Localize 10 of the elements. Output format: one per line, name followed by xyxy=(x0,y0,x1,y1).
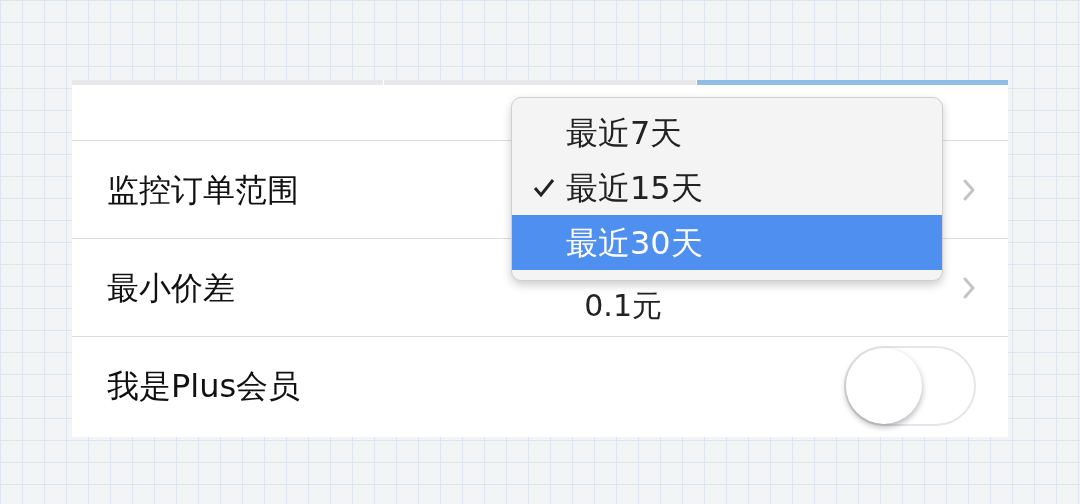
chevron-icon xyxy=(962,177,976,202)
menu-item[interactable]: 最近7天 xyxy=(512,105,942,160)
toggle-switch[interactable] xyxy=(844,345,976,426)
chevron-icon xyxy=(962,275,976,300)
menu-item[interactable]: 最近15天 xyxy=(512,160,942,215)
value-text: 0.1元 xyxy=(584,287,662,325)
checkmark-icon xyxy=(533,177,555,198)
setting-label: 监控订单范围 xyxy=(107,169,299,211)
setting-label: 我是Plus会员 xyxy=(107,365,301,407)
setting-label: 最小价差 xyxy=(107,267,235,309)
